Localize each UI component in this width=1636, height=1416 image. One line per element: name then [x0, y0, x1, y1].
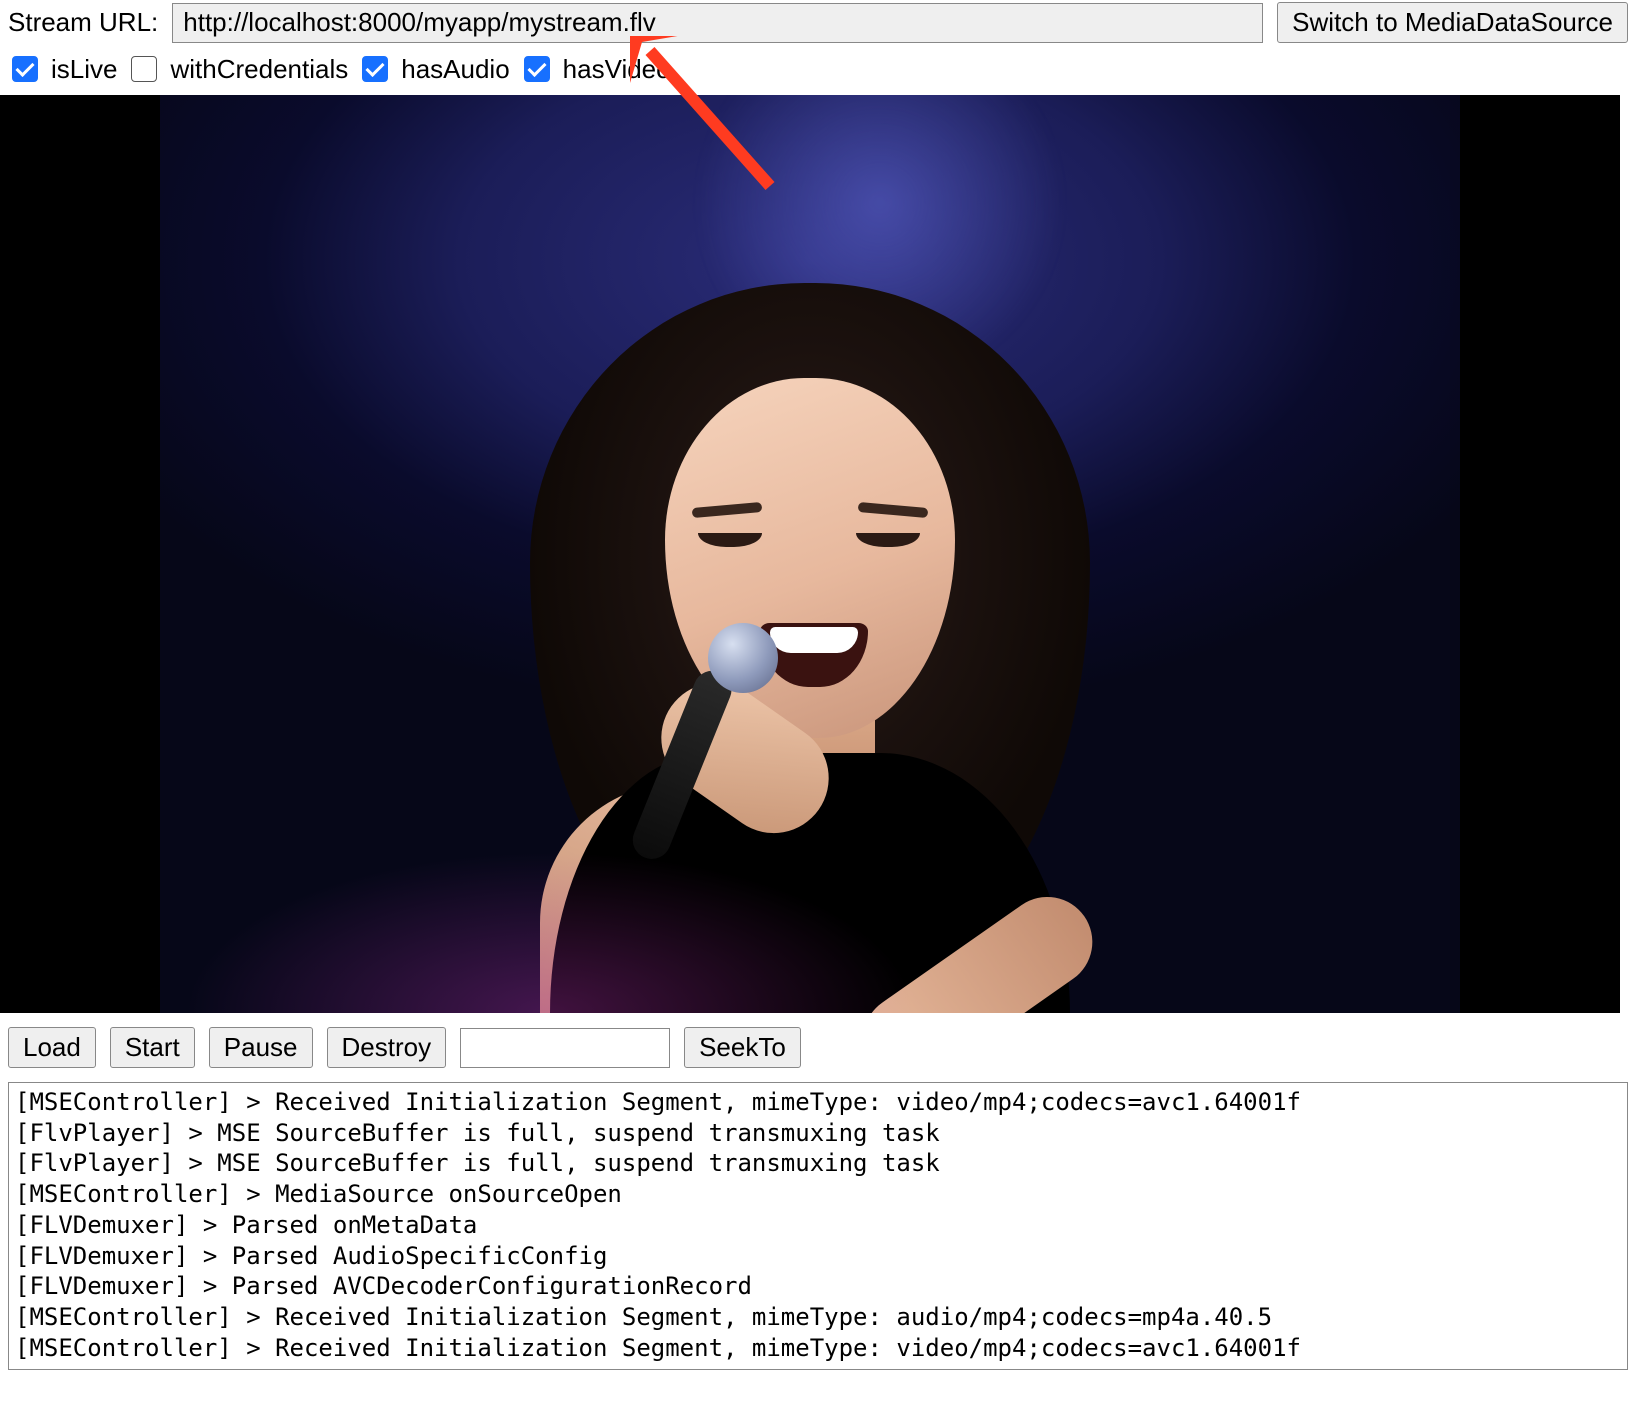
hasaudio-label[interactable]: hasAudio	[401, 54, 509, 85]
hasvideo-checkbox[interactable]	[524, 56, 550, 82]
stream-url-row: Stream URL: Switch to MediaDataSource	[8, 2, 1628, 43]
switch-mediadatasource-button[interactable]: Switch to MediaDataSource	[1277, 2, 1628, 43]
hasaudio-checkbox[interactable]	[362, 56, 388, 82]
destroy-button[interactable]: Destroy	[327, 1027, 447, 1068]
withcredentials-label[interactable]: withCredentials	[170, 54, 348, 85]
withcredentials-checkbox[interactable]	[131, 56, 157, 82]
stream-url-input[interactable]	[172, 3, 1263, 43]
log-output[interactable]: [MSEController] > Received Initializatio…	[8, 1082, 1628, 1370]
islive-checkbox[interactable]	[12, 56, 38, 82]
options-row: isLive withCredentials hasAudio hasVideo	[8, 53, 1628, 85]
pause-button[interactable]: Pause	[209, 1027, 313, 1068]
hasvideo-label[interactable]: hasVideo	[563, 54, 671, 85]
islive-label[interactable]: isLive	[51, 54, 117, 85]
stream-url-label: Stream URL:	[8, 7, 158, 38]
seekto-button[interactable]: SeekTo	[684, 1027, 801, 1068]
load-button[interactable]: Load	[8, 1027, 96, 1068]
controls-row: Load Start Pause Destroy SeekTo	[8, 1027, 1628, 1068]
video-frame	[160, 95, 1460, 1013]
video-content-figure	[430, 193, 1190, 1013]
start-button[interactable]: Start	[110, 1027, 195, 1068]
seek-input[interactable]	[460, 1028, 670, 1068]
video-player[interactable]	[0, 95, 1620, 1013]
